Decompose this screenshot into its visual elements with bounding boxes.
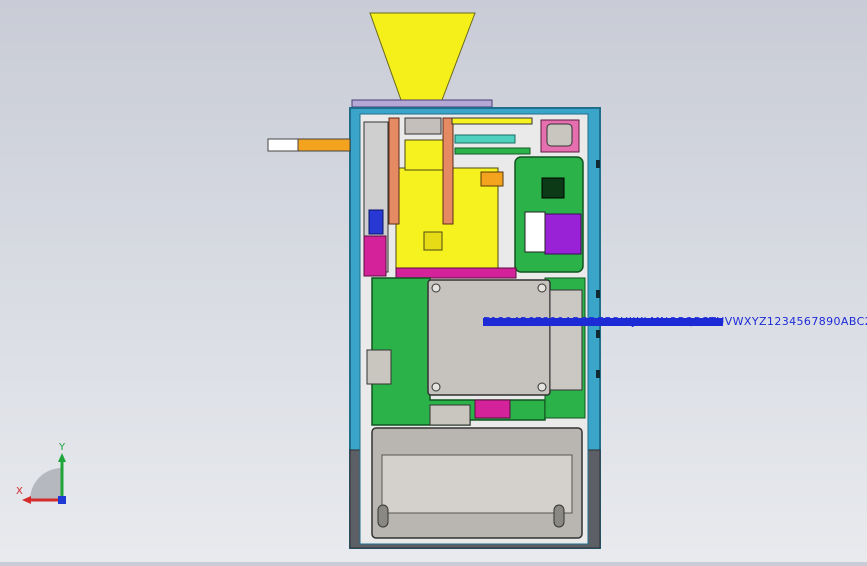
orange-tab xyxy=(480,171,504,187)
connector-left xyxy=(366,349,392,385)
orange-pipe-left xyxy=(388,117,400,225)
right-vent-2 xyxy=(596,290,600,298)
screw-top-right xyxy=(537,283,547,293)
right-vent-4 xyxy=(596,370,600,378)
coordinate-triad xyxy=(22,453,66,504)
magenta-strip-left xyxy=(363,235,387,277)
screw-bottom-left xyxy=(431,382,441,392)
blue-switch xyxy=(368,209,384,235)
teal-rail xyxy=(454,134,516,144)
side-rod-white xyxy=(267,138,299,152)
right-vent-3 xyxy=(596,330,600,338)
yellow-square xyxy=(423,231,443,251)
top-rail xyxy=(451,117,533,125)
orange-pipe-cap xyxy=(404,117,442,135)
gray-cover-plate xyxy=(427,279,551,396)
hopper-base-plate xyxy=(351,99,493,108)
roll-knob-right xyxy=(553,504,565,528)
annotation-label: E1234567890ABCDEFGHIJKLMNOPQRSTUVWXYZ123… xyxy=(483,315,867,328)
triad-x-label: X xyxy=(16,486,23,497)
chip-dark xyxy=(541,177,565,199)
magenta-band xyxy=(395,267,517,279)
gray-knob xyxy=(546,123,573,147)
screw-top-left xyxy=(431,283,441,293)
purple-module xyxy=(544,213,582,255)
hopper-funnel xyxy=(369,12,476,101)
cad-viewport[interactable]: E1234567890ABCDEFGHIJKLMNOPQRSTUVWXYZ123… xyxy=(0,0,867,562)
magenta-chip xyxy=(474,399,511,419)
screw-bottom-right xyxy=(537,382,547,392)
roll-knob-left xyxy=(377,504,389,528)
green-rail xyxy=(454,147,531,155)
paper-roll-highlight xyxy=(381,454,573,514)
right-vent-1 xyxy=(596,160,600,168)
pcb-chip-small xyxy=(429,404,471,426)
connector-block xyxy=(524,211,546,253)
assembly-drawing xyxy=(22,12,723,549)
triad-y-label: Y xyxy=(59,442,66,453)
side-rod-orange xyxy=(297,138,351,152)
orange-pipe-mid xyxy=(442,117,454,225)
gray-side-box xyxy=(549,289,583,391)
